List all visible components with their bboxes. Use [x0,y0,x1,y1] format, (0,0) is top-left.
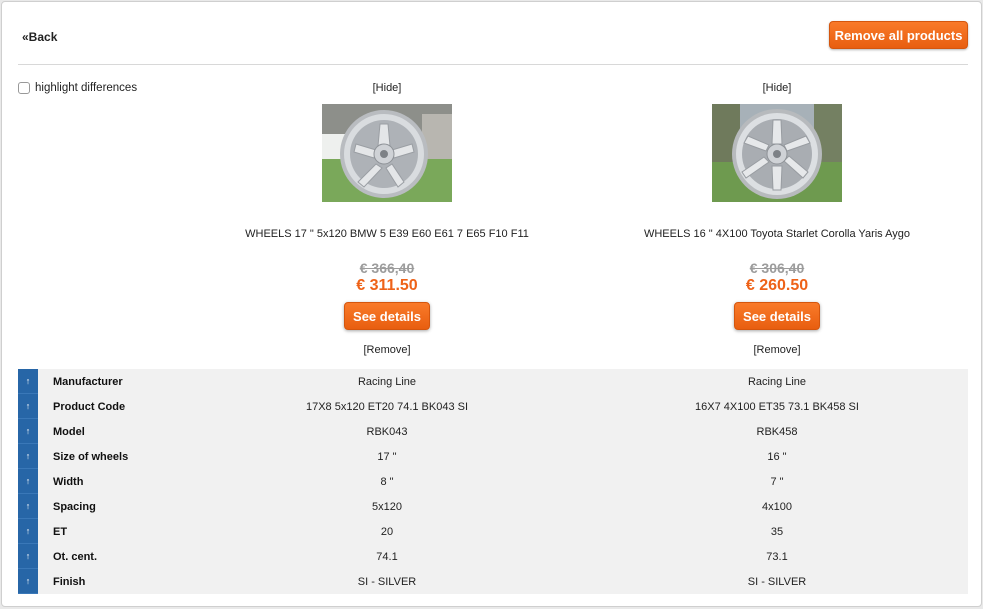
wheel-image[interactable] [322,104,452,202]
table-row: ↑ Width 8 " 7 " [18,469,968,494]
product-column-2: [Hide] WHEELS 16 " 4X100 Toyota Starlet … [582,82,972,356]
move-up-icon[interactable]: ↑ [18,519,38,544]
row-label: Spacing [53,500,96,513]
table-row: ↑ Spacing 5x120 4x100 [18,494,968,519]
row-value: 16X7 4X100 ET35 73.1 BK458 SI [695,400,859,413]
hide-link[interactable]: [Hide] [192,82,582,94]
row-value: 35 [770,525,784,538]
remove-product-link[interactable]: [Remove] [192,344,582,356]
highlight-differences-label: highlight differences [35,82,138,94]
divider [18,64,968,65]
row-value: 5x120 [372,500,402,513]
row-value: Racing Line [747,375,807,388]
row-label: Manufacturer [53,375,123,388]
row-value: 16 " [767,450,787,463]
row-label: Product Code [53,400,126,413]
move-up-icon[interactable]: ↑ [18,419,38,444]
row-value: 73.1 [766,550,788,563]
table-row: ↑ Finish SI - SILVER SI - SILVER [18,569,968,594]
row-value: SI - SILVER [357,575,417,588]
table-row: ↑ Product Code 17X8 5x120 ET20 74.1 BK04… [18,394,968,419]
old-price: € 366,40 [359,260,415,276]
wheel-image[interactable] [712,104,842,202]
new-price: € 311.50 [356,277,418,294]
table-row: ↑ Ot. cent. 74.1 73.1 [18,544,968,569]
comparison-panel: «Back Remove all products highlight diff… [1,1,982,607]
product-name[interactable]: WHEELS 17 " 5x120 BMW 5 E39 E60 E61 7 E6… [192,228,582,240]
highlight-differences-option[interactable]: highlight differences [18,82,137,94]
row-value: 8 " [380,475,394,488]
row-label: Finish [53,575,86,588]
row-label: Size of wheels [53,450,129,463]
old-price: € 306,40 [749,260,805,276]
row-value: 7 " [770,475,784,488]
remove-product-link[interactable]: [Remove] [582,344,972,356]
table-row: ↑ Model RBK043 RBK458 [18,419,968,444]
see-details-button[interactable]: See details [734,302,820,330]
row-value: 17X8 5x120 ET20 74.1 BK043 SI [305,400,469,413]
table-row: ↑ Size of wheels 17 " 16 " [18,444,968,469]
row-value: 74.1 [376,550,398,563]
move-up-icon[interactable]: ↑ [18,369,38,394]
hide-link[interactable]: [Hide] [582,82,972,94]
specs-table: ↑ Manufacturer Racing Line Racing Line ↑… [18,369,968,594]
product-name[interactable]: WHEELS 16 " 4X100 Toyota Starlet Corolla… [582,228,972,240]
table-row: ↑ ET 20 35 [18,519,968,544]
row-value: SI - SILVER [747,575,807,588]
move-up-icon[interactable]: ↑ [18,544,38,569]
row-label: ET [53,525,68,538]
move-up-icon[interactable]: ↑ [18,494,38,519]
row-value: 20 [380,525,394,538]
row-label: Width [53,475,84,488]
see-details-button[interactable]: See details [344,302,430,330]
remove-all-products-button[interactable]: Remove all products [829,21,968,49]
row-value: RBK043 [366,425,408,438]
row-value: RBK458 [756,425,798,438]
move-up-icon[interactable]: ↑ [18,569,38,594]
row-value: 17 " [377,450,397,463]
row-value: 4x100 [762,500,792,513]
row-label: Model [53,425,85,438]
new-price: € 260.50 [745,277,809,294]
table-row: ↑ Manufacturer Racing Line Racing Line [18,369,968,394]
move-up-icon[interactable]: ↑ [18,469,38,494]
highlight-differences-checkbox[interactable] [18,82,30,94]
row-value: Racing Line [357,375,417,388]
back-link[interactable]: «Back [22,30,57,44]
product-column-1: [Hide] WHEELS 17 " 5x120 BMW 5 E39 E60 E… [192,82,582,356]
move-up-icon[interactable]: ↑ [18,394,38,419]
move-up-icon[interactable]: ↑ [18,444,38,469]
row-label: Ot. cent. [53,550,98,563]
